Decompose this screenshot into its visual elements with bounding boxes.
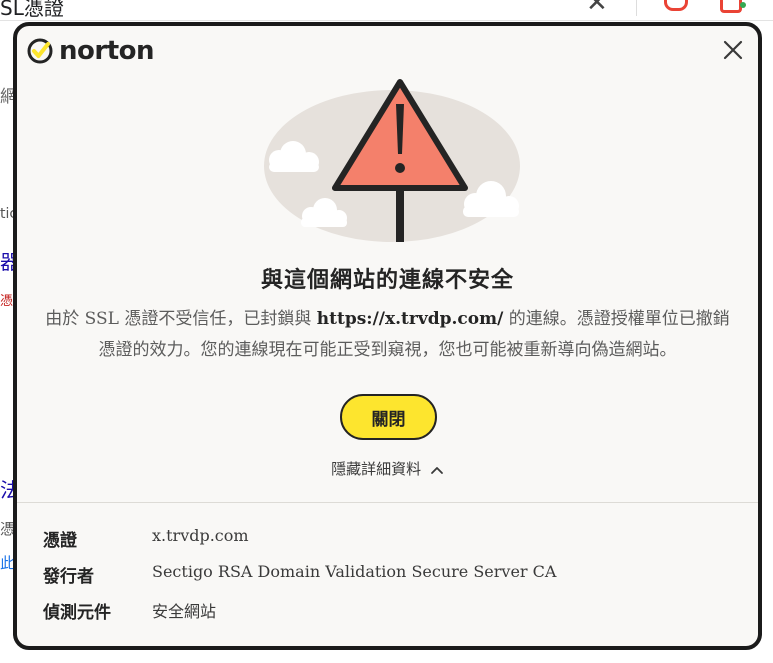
close-dialog-button[interactable] xyxy=(721,38,745,62)
chevron-up-icon xyxy=(430,467,443,474)
search-query-text: SL憑證 xyxy=(0,0,64,20)
browser-search-bar: SL憑證 ✕ xyxy=(0,0,773,21)
mic-icon[interactable] xyxy=(664,0,688,11)
blocked-url: https://x.trvdp.com/ xyxy=(316,309,504,329)
detail-label: 發行者 xyxy=(43,567,94,587)
lens-icon[interactable] xyxy=(720,0,742,13)
detail-label: 偵測元件 xyxy=(43,603,111,623)
background-text-fragment: 憑 xyxy=(0,294,14,309)
dialog-description: 由於 SSL 憑證不受信任，已封鎖與 https://x.trvdp.com/ … xyxy=(41,304,734,366)
detail-value: Sectigo RSA Domain Validation Secure Ser… xyxy=(152,562,557,581)
close-icon xyxy=(723,40,743,60)
detail-value: x.trvdp.com xyxy=(152,526,249,545)
norton-brand-text: norton xyxy=(59,36,155,66)
hide-details-label: 隱藏詳細資料 xyxy=(331,460,422,478)
detail-value: 安全網站 xyxy=(152,602,217,621)
norton-logo: norton xyxy=(27,34,155,68)
clear-search-icon[interactable]: ✕ xyxy=(586,0,608,18)
hide-details-toggle[interactable]: 隱藏詳細資料 xyxy=(17,458,758,479)
norton-warning-dialog: norton 與這個網站的連線不安全 由於 SSL 憑證不受信任，已封鎖與 ht… xyxy=(13,22,762,650)
warning-illustration xyxy=(264,79,520,242)
divider xyxy=(636,0,637,16)
close-button[interactable]: 關閉 xyxy=(340,394,437,440)
lens-dot-icon xyxy=(740,2,746,8)
description-text: 由於 SSL 憑證不受信任，已封鎖與 xyxy=(45,309,317,329)
norton-logo-check-icon xyxy=(27,38,53,64)
detail-label: 憑證 xyxy=(43,531,77,551)
dialog-title: 與這個網站的連線不安全 xyxy=(260,267,514,293)
details-divider xyxy=(17,502,758,503)
